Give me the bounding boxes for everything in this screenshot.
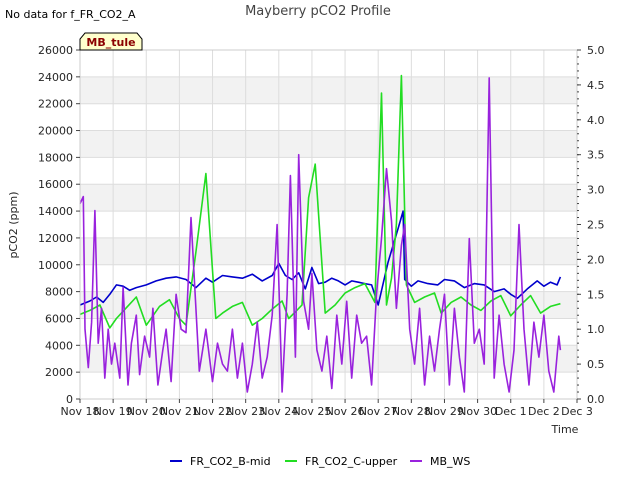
y-axis-label: pCO2 (ppm) — [7, 191, 20, 258]
right-axis-tick-label: 1.5 — [587, 288, 605, 301]
plot-band — [80, 211, 577, 238]
plot-band — [80, 130, 577, 158]
x-axis-tick-label: Dec 2 — [528, 405, 560, 418]
plot-band — [80, 103, 577, 131]
left-axis-tick-label: 20000 — [38, 125, 73, 138]
right-axis-tick-label: 5.0 — [587, 44, 605, 57]
left-axis-tick-label: 12000 — [38, 232, 73, 245]
legend-label: FR_CO2_B-mid — [190, 455, 271, 468]
left-axis-tick-label: 24000 — [38, 71, 73, 84]
left-axis-tick-label: 10000 — [38, 259, 73, 272]
x-axis-tick-label: Dec 3 — [561, 405, 593, 418]
left-axis-tick-label: 22000 — [38, 98, 73, 111]
plot-band — [80, 76, 577, 104]
plot-band — [80, 184, 577, 212]
legend-label: MB_WS — [430, 455, 470, 468]
no-data-notice: No data for f_FR_CO2_A — [5, 8, 136, 21]
station-badge: MB_tule — [79, 32, 143, 51]
left-axis-tick-label: 18000 — [38, 151, 73, 164]
plot-band — [80, 157, 577, 185]
chart: No data for f_FR_CO2_A Mayberry pCO2 Pro… — [0, 0, 640, 480]
right-axis-tick-label: 4.0 — [587, 114, 605, 127]
legend-label: FR_CO2_C-upper — [305, 455, 398, 468]
left-axis-tick-label: 26000 — [38, 44, 73, 57]
left-axis-tick-label: 16000 — [38, 178, 73, 191]
left-axis-tick-label: 14000 — [38, 205, 73, 218]
right-axis-tick-label: 3.5 — [587, 149, 605, 162]
x-axis-tick-label: Dec 1 — [495, 405, 527, 418]
right-axis-tick-label: 3.0 — [587, 184, 605, 197]
left-axis-tick-label: 4000 — [45, 339, 73, 352]
plot-band — [80, 237, 577, 265]
plot-band — [80, 372, 577, 399]
x-axis-tick-label: Nov 30 — [458, 405, 497, 418]
badge-label: MB_tule — [86, 36, 135, 49]
left-axis-tick-label: 6000 — [45, 312, 73, 325]
left-axis-tick-label: 8000 — [45, 286, 73, 299]
x-axis-label: Time — [551, 423, 579, 436]
plot-band — [80, 50, 577, 77]
right-axis-tick-label: 1.0 — [587, 323, 605, 336]
right-axis-tick-label: 2.0 — [587, 253, 605, 266]
left-axis-tick-label: 2000 — [45, 366, 73, 379]
chart-title: Mayberry pCO2 Profile — [245, 4, 391, 19]
right-axis-tick-label: 0.5 — [587, 358, 605, 371]
right-axis-tick-label: 2.5 — [587, 219, 605, 232]
plot-band — [80, 264, 577, 292]
right-axis-tick-label: 4.5 — [587, 79, 605, 92]
